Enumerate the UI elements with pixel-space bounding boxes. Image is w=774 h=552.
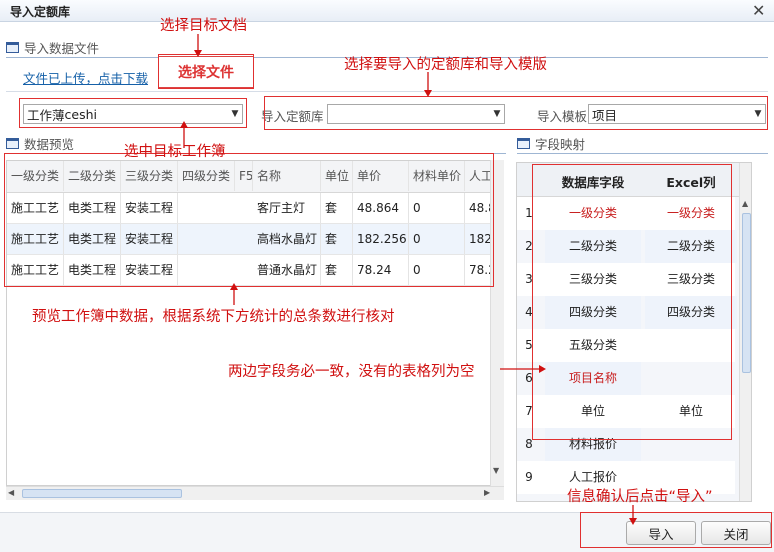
- annotation-fields-match: 两边字段务必一致，没有的表格列为空: [228, 364, 475, 380]
- annotation-arrows: [180, 34, 637, 525]
- annotation-select-target-doc: 选择目标文档: [160, 18, 247, 34]
- annotation-confirm-import: 信息确认后点击“导入”: [567, 489, 713, 505]
- annotation-select-workbook: 选中目标工作簿: [124, 144, 226, 160]
- annotation-select-quota-template: 选择要导入的定额库和导入模版: [344, 57, 547, 73]
- annotation-preview-verify: 预览工作簿中数据，根据系统下方统计的总条数进行核对: [32, 309, 395, 325]
